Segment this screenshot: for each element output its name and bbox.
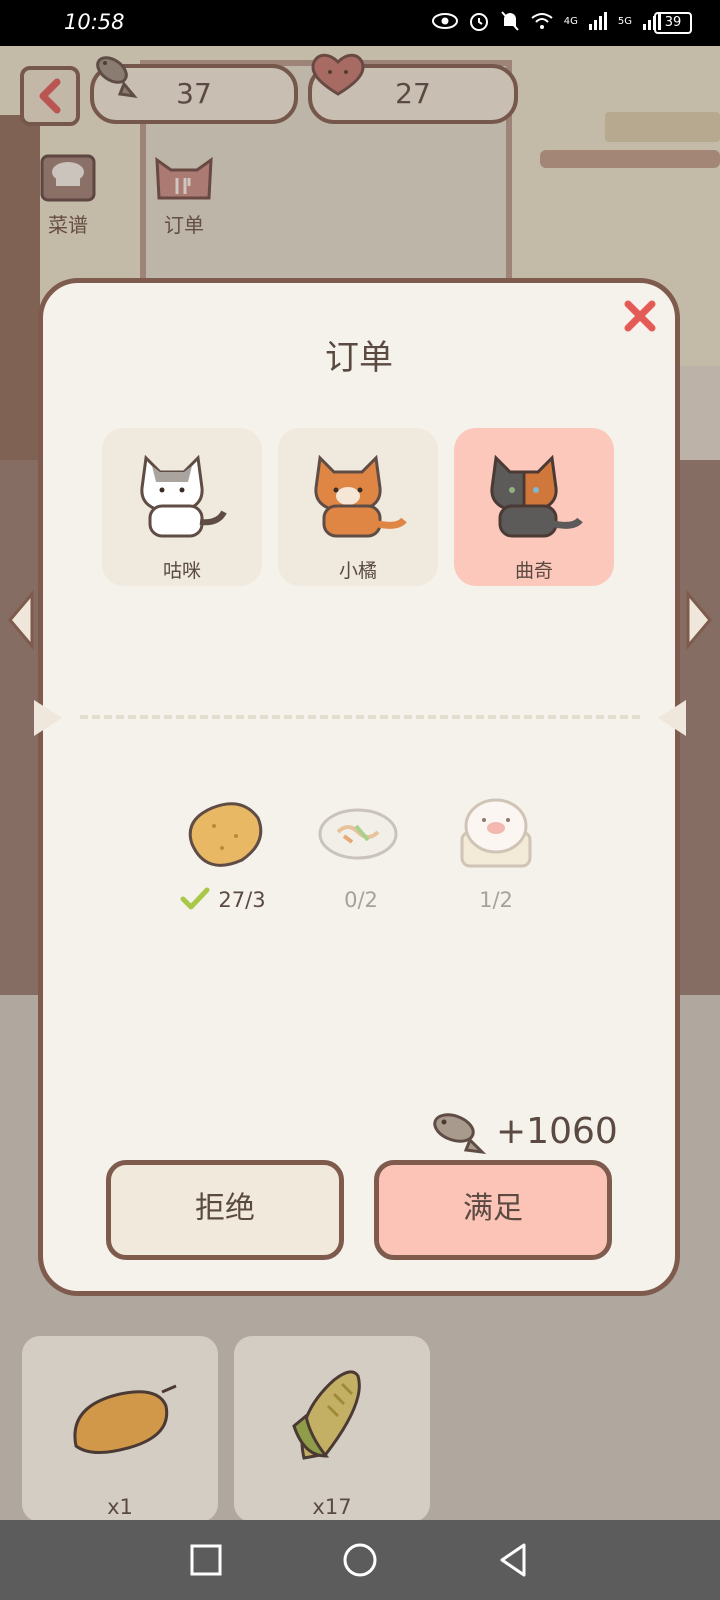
accept-button[interactable]: 满足 bbox=[374, 1160, 612, 1260]
dish-progress-noodles: 0/2 bbox=[344, 888, 378, 912]
noodles-icon bbox=[318, 808, 398, 860]
cat-name-gumi: 咕咪 bbox=[162, 560, 201, 582]
fish-icon bbox=[433, 1113, 487, 1155]
orange-tabby-cat-icon bbox=[314, 454, 407, 538]
ticket-divider bbox=[80, 715, 640, 719]
back-nav-icon[interactable] bbox=[494, 1540, 534, 1580]
dish-progress-potato: 27/3 bbox=[218, 888, 266, 912]
alarm-icon bbox=[469, 13, 488, 31]
prev-arrow-icon[interactable] bbox=[6, 590, 36, 650]
mango-icon bbox=[73, 1384, 177, 1454]
battery-icon: 39 bbox=[654, 12, 692, 34]
next-arrow-icon[interactable] bbox=[684, 590, 714, 650]
reject-button[interactable]: 拒绝 bbox=[106, 1160, 344, 1260]
signal-icon bbox=[588, 12, 607, 30]
calico-cat-icon bbox=[490, 454, 583, 538]
network-type-1: 4G bbox=[563, 15, 578, 27]
inventory-count-mango: x1 bbox=[107, 1495, 133, 1519]
home-icon[interactable] bbox=[340, 1540, 380, 1580]
cat-name-quqi: 曲奇 bbox=[514, 560, 553, 582]
status-bar: 10:58 4G 5G 39 bbox=[0, 0, 720, 46]
dialog-title: 订单 bbox=[325, 338, 393, 378]
cat-name-xiaoju: 小橘 bbox=[338, 560, 377, 582]
white-gray-cat-icon bbox=[140, 454, 227, 538]
order-reward: +1060 bbox=[430, 1106, 618, 1156]
network-type-2: 5G bbox=[617, 15, 632, 27]
wifi-icon bbox=[531, 13, 553, 29]
corn-icon bbox=[292, 1370, 361, 1460]
potato-icon bbox=[188, 802, 263, 867]
ticket-notch-right bbox=[658, 700, 686, 736]
status-icons: 4G 5G bbox=[431, 10, 662, 32]
inventory-count-corn: x17 bbox=[312, 1495, 352, 1519]
dish-progress-pig-bun: 1/2 bbox=[479, 888, 513, 912]
recent-apps-icon[interactable] bbox=[186, 1540, 226, 1580]
ticket-notch-left bbox=[34, 700, 62, 736]
reward-amount: +1060 bbox=[496, 1110, 618, 1152]
pig-bun-icon bbox=[460, 798, 532, 868]
eye-icon bbox=[431, 13, 458, 29]
clock: 10:58 bbox=[64, 10, 125, 34]
close-icon bbox=[624, 300, 656, 332]
mute-bell-icon bbox=[501, 11, 519, 31]
close-button[interactable] bbox=[618, 298, 662, 342]
